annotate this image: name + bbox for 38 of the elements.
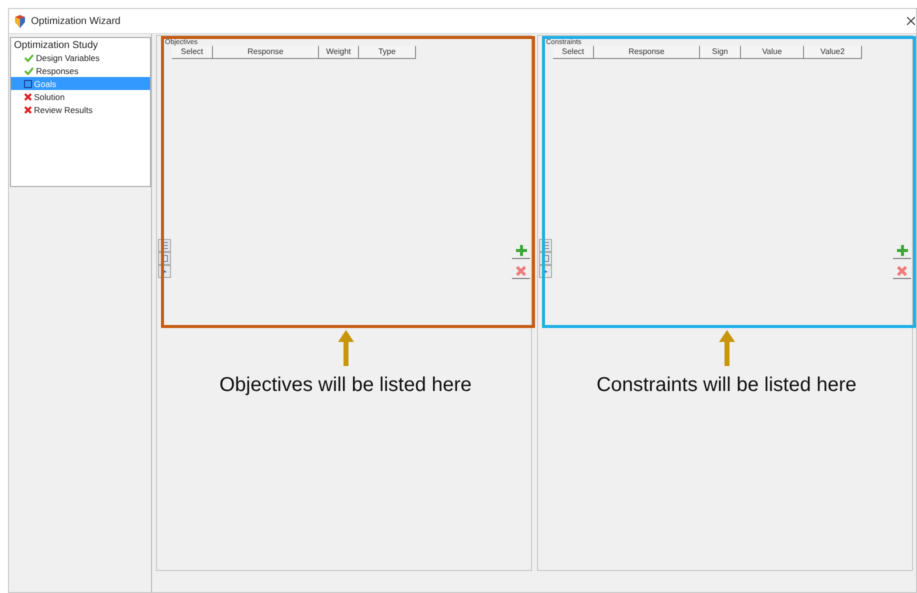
cross-icon [516, 266, 526, 276]
column-header[interactable]: Value [741, 46, 804, 59]
column-header[interactable]: Value2 [804, 46, 862, 59]
column-header[interactable]: Select [172, 46, 213, 59]
close-icon[interactable] [907, 17, 915, 25]
square-icon [24, 80, 32, 88]
grid-icon [161, 242, 168, 249]
annotation-text: Objectives will be listed here [219, 374, 472, 397]
plus-icon [896, 245, 908, 256]
grid-icon [542, 242, 549, 249]
cross-icon [24, 106, 32, 114]
tree-root[interactable]: Optimization Study [11, 38, 101, 51]
cross-icon [24, 92, 32, 100]
up-arrow [718, 330, 734, 366]
delete-button[interactable] [512, 263, 530, 279]
column-header[interactable]: Response [594, 46, 700, 59]
cursor-icon [161, 268, 168, 275]
cursor-icon [542, 268, 549, 275]
grid-icon [542, 255, 549, 262]
tree-item[interactable]: Design Variables [11, 51, 150, 64]
cross-icon [897, 266, 907, 276]
column-header[interactable]: Sign [700, 46, 741, 59]
up-arrow [338, 330, 354, 366]
add-button[interactable] [893, 243, 911, 259]
tree-item[interactable]: Review Results [11, 103, 150, 116]
app-logo-icon [14, 14, 26, 28]
annotation-text: Constraints will be listed here [596, 374, 857, 397]
window-title: Optimization Wizard [31, 16, 120, 26]
grid-icon [161, 255, 168, 262]
plus-icon [516, 245, 526, 256]
column-header[interactable]: Select [553, 46, 594, 59]
tree-item[interactable]: Solution [11, 90, 150, 103]
column-header[interactable]: Type [359, 46, 416, 59]
add-button[interactable] [512, 243, 530, 259]
delete-button[interactable] [893, 263, 911, 279]
tree-item[interactable]: Responses [11, 64, 150, 77]
column-header[interactable]: Weight [319, 46, 359, 59]
column-header[interactable]: Response [213, 46, 319, 59]
